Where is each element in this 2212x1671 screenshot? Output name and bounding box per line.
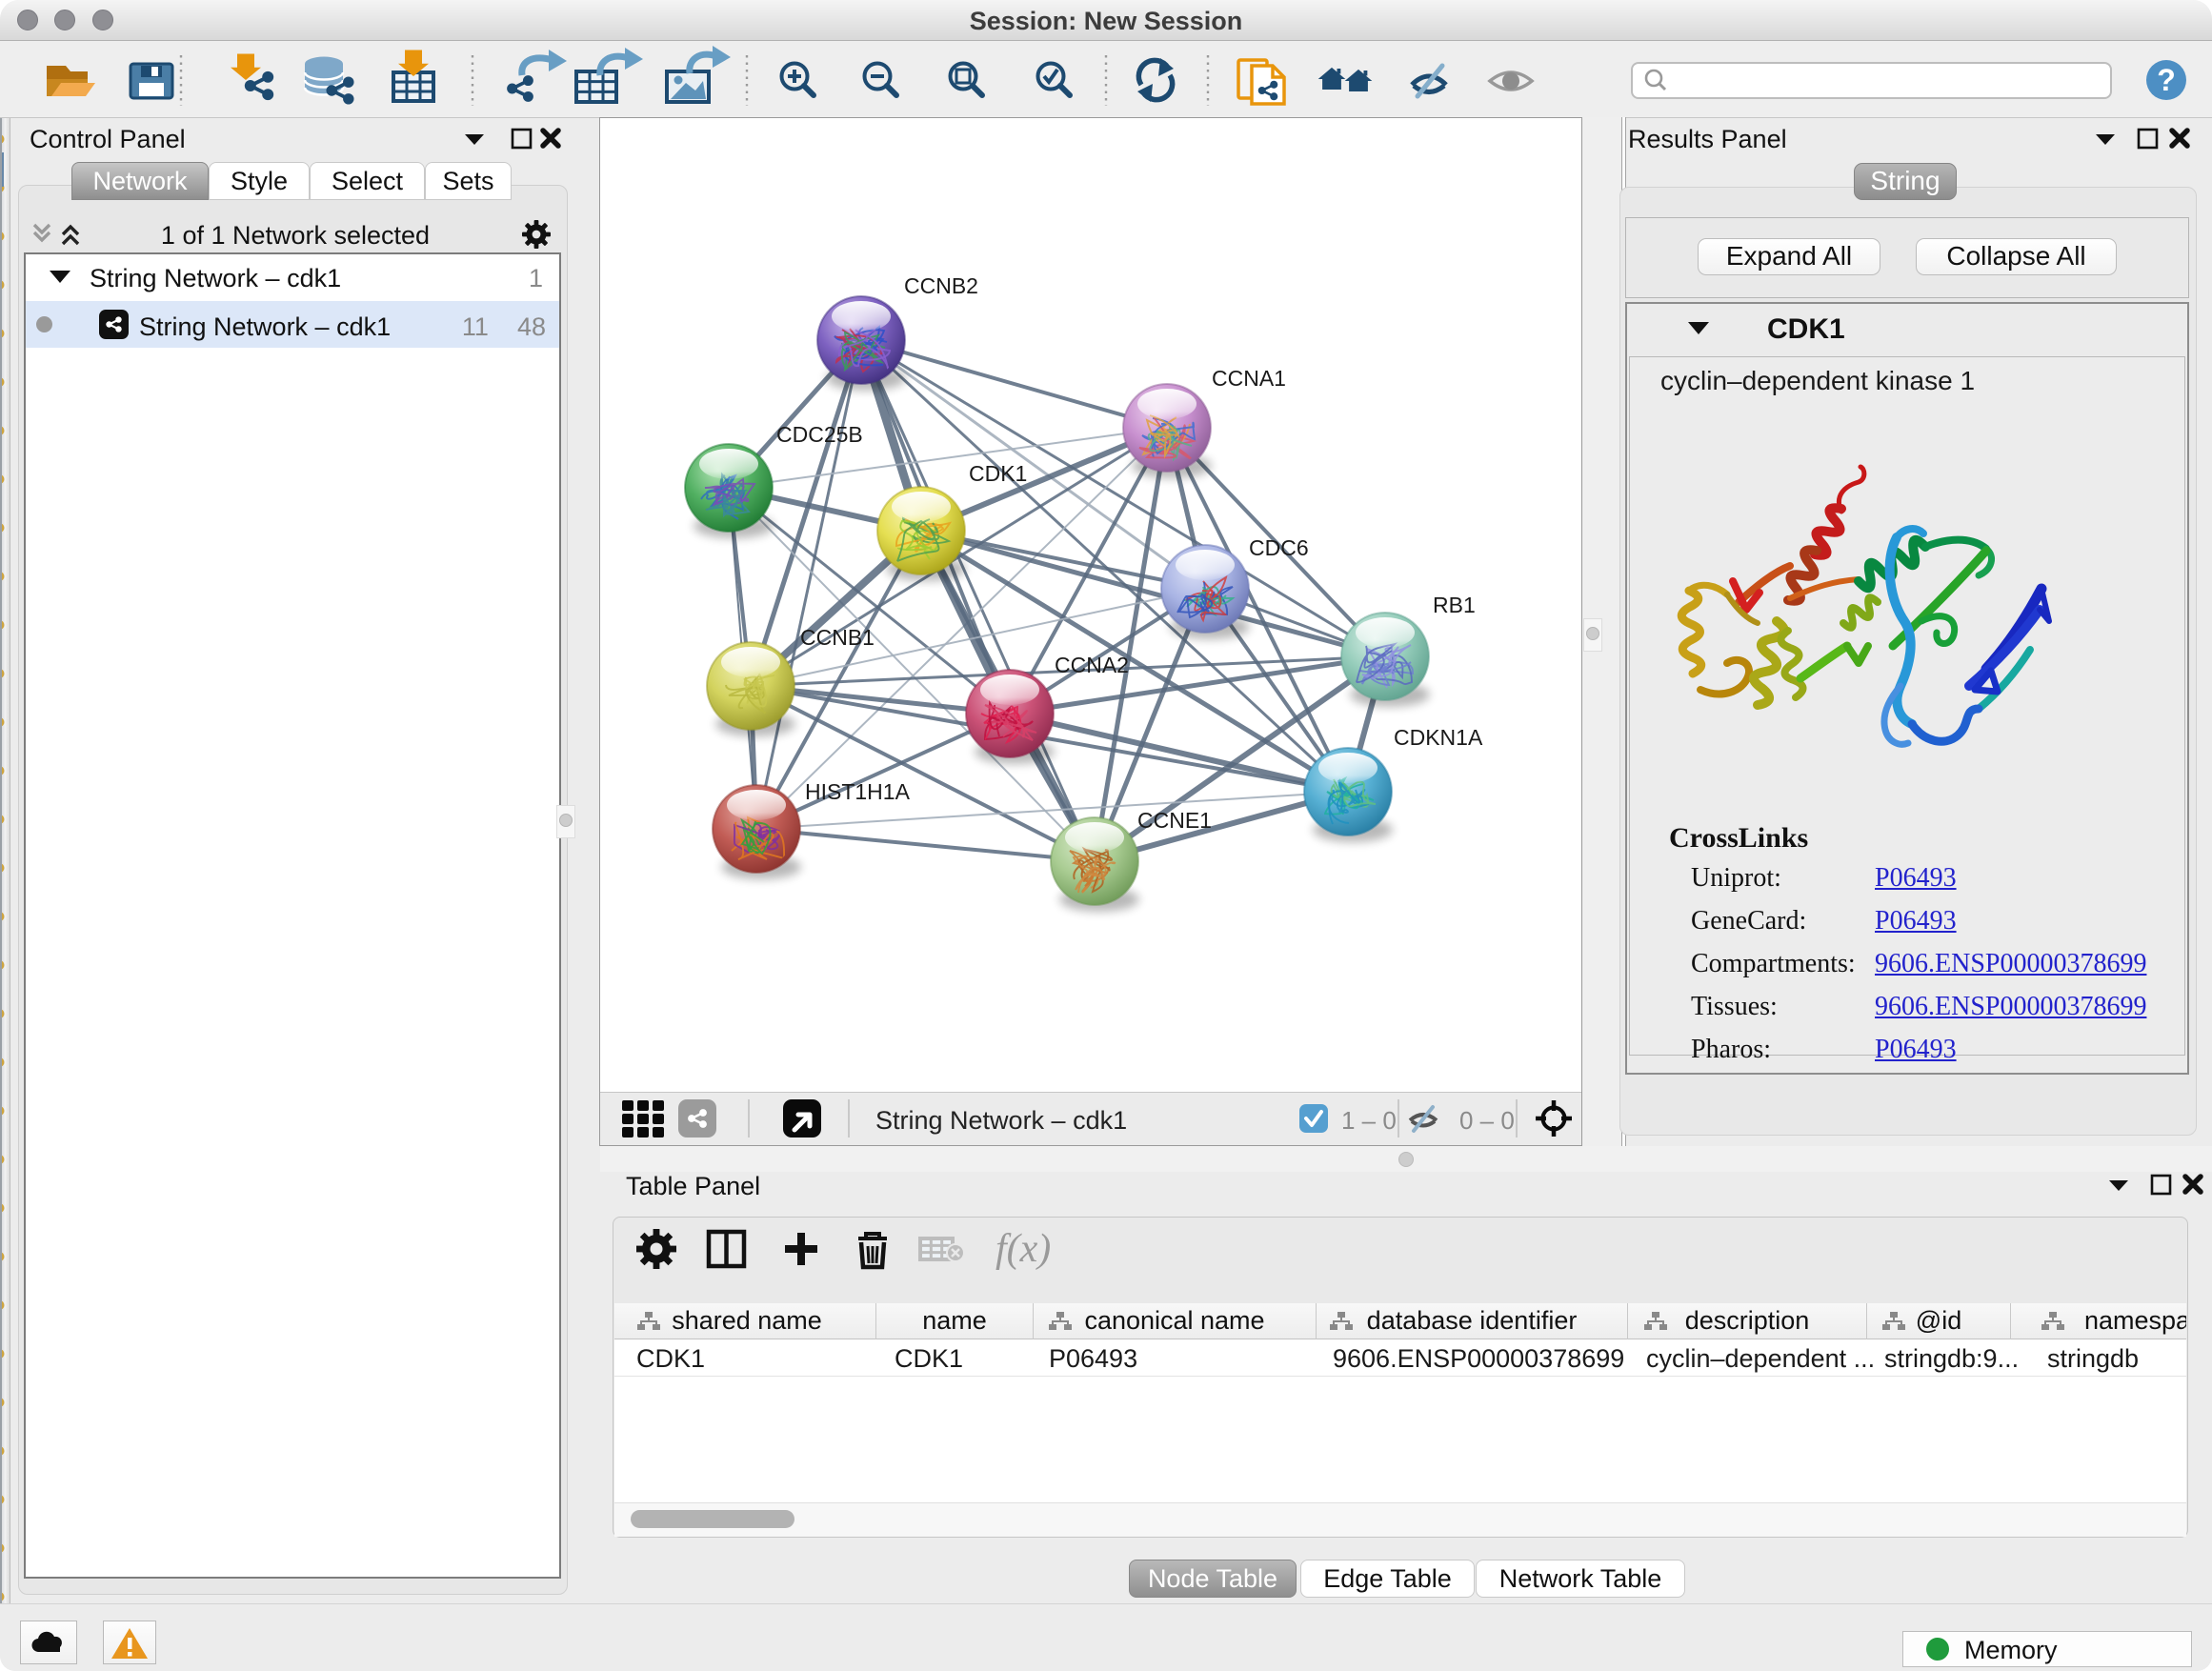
svg-text:CDC25B: CDC25B (776, 422, 863, 447)
svg-text:HIST1H1A: HIST1H1A (805, 779, 911, 804)
svg-text:CDKN1A: CDKN1A (1394, 725, 1483, 750)
svg-text:CCNA2: CCNA2 (1055, 653, 1129, 677)
svg-text:CCNB2: CCNB2 (904, 273, 978, 298)
svg-text:CDC6: CDC6 (1249, 535, 1309, 560)
svg-text:CCNB1: CCNB1 (800, 625, 875, 650)
svg-text:CDK1: CDK1 (969, 461, 1027, 486)
svg-text:?: ? (2157, 63, 2176, 97)
svg-text:CCNA1: CCNA1 (1212, 366, 1286, 391)
svg-text:RB1: RB1 (1433, 593, 1476, 617)
svg-text:CCNE1: CCNE1 (1137, 808, 1212, 833)
